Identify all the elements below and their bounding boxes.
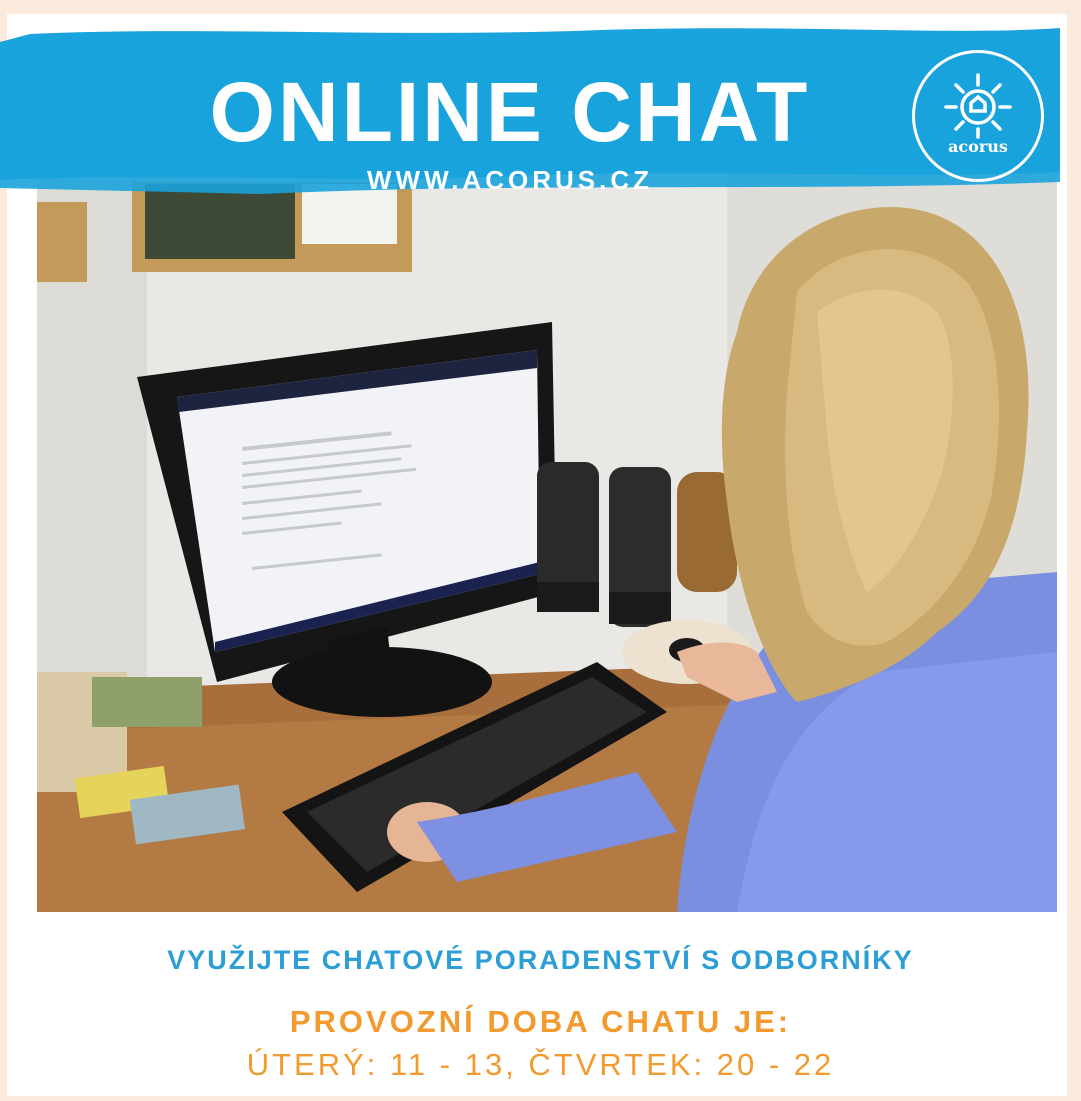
hours-schedule: ÚTERÝ: 11 - 13, ČTVRTEK: 20 - 22 [246, 1047, 835, 1082]
hours-heading: PROVOZNÍ DOBA CHATU JE: [289, 1004, 792, 1039]
acorus-logo: acorus [912, 50, 1044, 182]
banner-url: WWW.ACORUS.CZ [367, 165, 653, 195]
tagline: VYUŽIJTE CHATOVÉ PORADENSTVÍ S ODBORNÍKY [167, 945, 914, 975]
header-banner: ONLINE CHAT WWW.ACORUS.CZ acorus [0, 22, 1060, 207]
banner-title: ONLINE CHAT [209, 65, 811, 159]
logo-text: acorus [948, 137, 1008, 156]
woman-at-computer-photo [37, 172, 1057, 912]
sun-house-icon [944, 73, 1012, 139]
